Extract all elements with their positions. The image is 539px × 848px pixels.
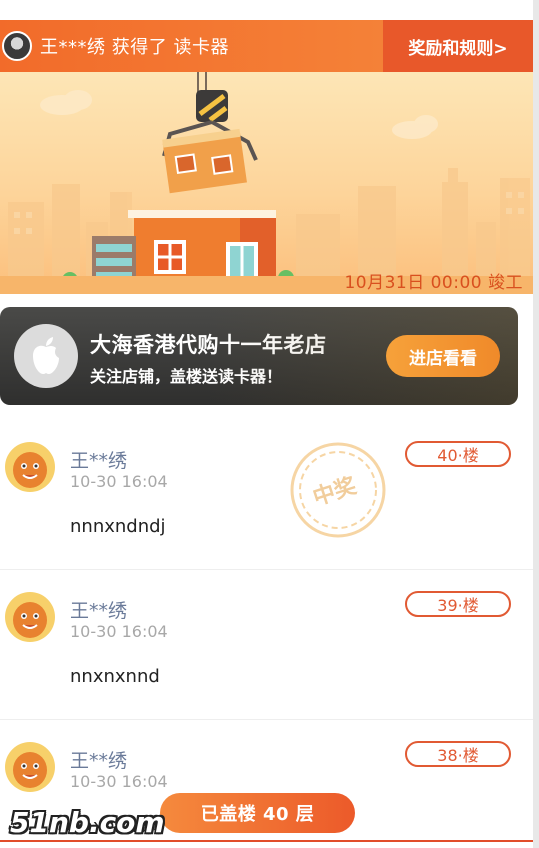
construction-scene: 10月31日 00:00 竣工 <box>0 72 533 294</box>
winner-text: 王***绣 获得了 读卡器 <box>40 37 229 58</box>
comment-time: 10-30 16:04 <box>70 772 168 791</box>
city-illustration <box>8 72 530 294</box>
comment-author: 王**绣 <box>70 750 128 772</box>
apple-icon <box>14 324 78 388</box>
comment-time: 10-30 16:04 <box>70 622 168 641</box>
shop-card[interactable]: 大海香港代购十一年老店 关注店铺，盖楼送读卡器！ 进店看看 <box>0 307 518 405</box>
visit-shop-button[interactable]: 进店看看 <box>386 335 500 377</box>
comment-time: 10-30 16:04 <box>70 472 168 491</box>
user-avatar <box>5 442 55 492</box>
comment-item: 王**绣 10-30 16:04 nnnxndndj 40·楼 <box>0 420 533 570</box>
comment-author: 王**绣 <box>70 600 128 622</box>
comment-text: nnxnxnnd <box>70 666 160 687</box>
rules-button[interactable]: 奖励和规则> <box>383 20 533 72</box>
user-avatar <box>5 742 55 792</box>
comment-text: nnnxndndj <box>70 516 166 537</box>
floor-badge: 39·楼 <box>405 591 511 617</box>
bottom-divider <box>0 840 533 842</box>
winner-stamp: 中奖 <box>288 440 388 540</box>
floor-badge: 38·楼 <box>405 741 511 767</box>
comment-author: 王**绣 <box>70 450 128 472</box>
floor-badge: 40·楼 <box>405 441 511 467</box>
site-watermark: 51nb.com <box>10 806 165 839</box>
winner-avatar <box>2 31 32 61</box>
right-edge-strip <box>533 0 539 848</box>
completion-deadline: 10月31日 00:00 竣工 <box>344 273 523 293</box>
shop-name: 大海香港代购十一年老店 <box>90 333 327 357</box>
comment-item: 王**绣 10-30 16:04 nnxnxnnd 39·楼 <box>0 570 533 720</box>
built-floors-button[interactable]: 已盖楼 40 层 <box>160 793 355 833</box>
winner-banner: 王***绣 获得了 读卡器 奖励和规则> <box>0 20 533 72</box>
shop-subtitle: 关注店铺，盖楼送读卡器！ <box>90 367 283 386</box>
user-avatar <box>5 592 55 642</box>
